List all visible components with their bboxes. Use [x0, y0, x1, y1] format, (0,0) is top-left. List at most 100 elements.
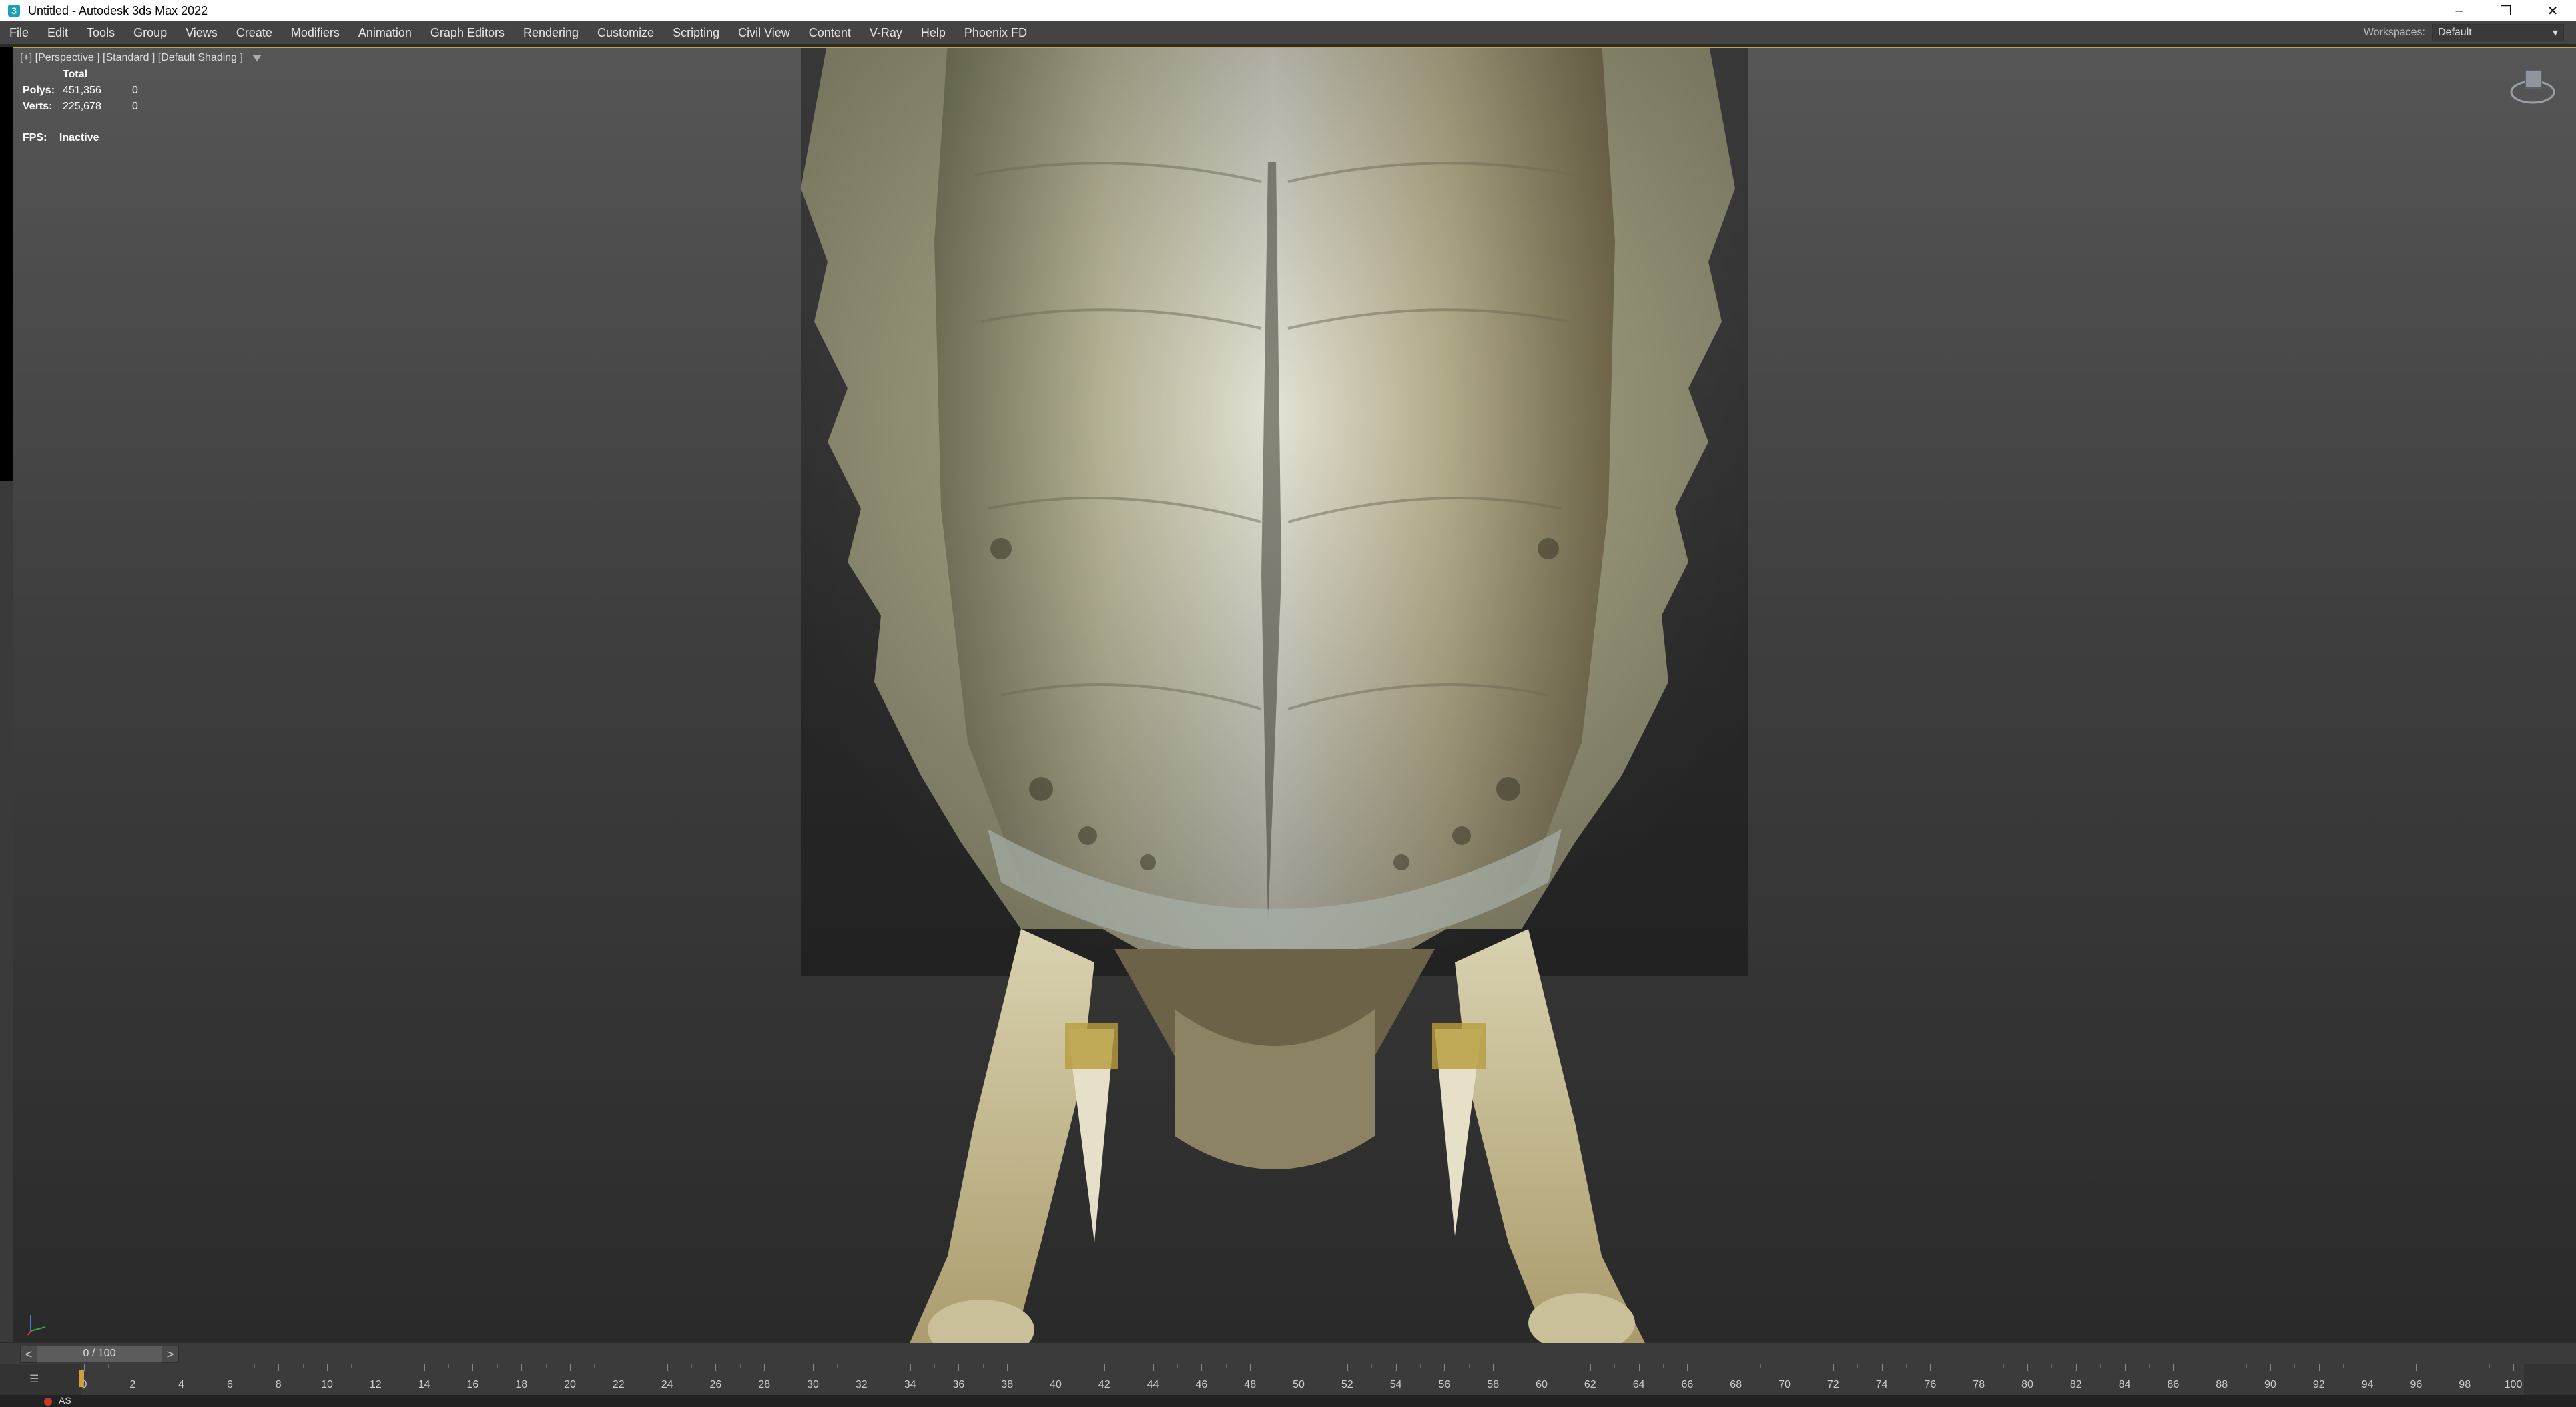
timeline-tick-label: 44	[1147, 1379, 1159, 1390]
timeline-tick	[1906, 1364, 1907, 1368]
timeline-tick	[1201, 1364, 1203, 1371]
timeline-tick	[2318, 1364, 2320, 1371]
timeline-tick	[521, 1364, 523, 1371]
timeline-tick	[570, 1364, 571, 1371]
minimize-icon[interactable]: –	[2436, 0, 2483, 21]
key-filter-icon[interactable]: ☰	[29, 1372, 39, 1386]
time-slider-track[interactable]: 0 / 100	[37, 1346, 162, 1362]
menu-civil-view[interactable]: Civil View	[729, 26, 799, 40]
timeline-tick	[1007, 1364, 1008, 1371]
window-title: Untitled - Autodesk 3ds Max 2022	[28, 3, 208, 17]
timeline-tick-label: 28	[758, 1379, 771, 1390]
timeline-tick	[1468, 1364, 1470, 1368]
restore-icon[interactable]: ❐	[2483, 0, 2529, 21]
maxscript-label: AS	[59, 1395, 71, 1406]
timeline-tick-label: 50	[1293, 1379, 1305, 1390]
timeline-tick	[2075, 1364, 2077, 1371]
menu-vray[interactable]: V-Ray	[860, 26, 912, 40]
timeline-tick	[1493, 1364, 1494, 1371]
menu-help[interactable]: Help	[912, 26, 955, 40]
timeline-tick	[910, 1364, 911, 1371]
timeline-tick	[108, 1364, 109, 1368]
frame-display[interactable]: 0 / 100	[37, 1346, 162, 1362]
timeline-tick-label: 32	[855, 1379, 868, 1390]
viewcube-icon[interactable]	[2509, 67, 2556, 107]
menu-group[interactable]: Group	[124, 26, 176, 40]
timeline-tick-label: 94	[2361, 1379, 2374, 1390]
timeline-tick	[691, 1364, 692, 1368]
timeline-tick-label: 12	[369, 1379, 382, 1390]
timeline-tick	[2294, 1364, 2296, 1368]
timeline-tick	[1614, 1364, 1616, 1368]
viewport-label[interactable]: [+] [Perspective ] [Standard ] [Default …	[20, 52, 262, 64]
timeline-tick	[327, 1364, 328, 1371]
timeline-tick-label: 56	[1438, 1379, 1451, 1390]
timeline-tick	[2270, 1364, 2271, 1371]
left-panel-strip-lower	[0, 481, 13, 1342]
fps-value: Inactive	[59, 132, 99, 144]
timeline-tick	[2173, 1364, 2174, 1371]
menu-content[interactable]: Content	[799, 26, 860, 40]
timeline-tick	[2051, 1364, 2053, 1368]
timeline-tick	[472, 1364, 474, 1371]
timeline-tick	[2513, 1364, 2514, 1371]
timeline-tick-label: 36	[952, 1379, 965, 1390]
timeline-tick	[2149, 1364, 2150, 1368]
prev-frame-button[interactable]: <	[20, 1346, 37, 1363]
menu-views[interactable]: Views	[176, 26, 227, 40]
axis-gizmo-icon	[27, 1315, 46, 1336]
timeline-tick	[1638, 1364, 1640, 1371]
menu-graph-editors[interactable]: Graph Editors	[421, 26, 514, 40]
menu-modifiers[interactable]: Modifiers	[282, 26, 349, 40]
timeline-tick	[84, 1364, 85, 1371]
menu-animation[interactable]: Animation	[349, 26, 421, 40]
next-frame-button[interactable]: >	[162, 1346, 179, 1363]
current-frame-marker[interactable]	[79, 1370, 84, 1387]
timeline-tick-label: 74	[1875, 1379, 1888, 1390]
timeline-tick	[2416, 1364, 2417, 1371]
timeline-tick-label: 10	[321, 1379, 333, 1390]
menu-rendering[interactable]: Rendering	[514, 26, 588, 40]
timeline-tick-label: 16	[466, 1379, 479, 1390]
polys-label: Polys:	[23, 85, 55, 96]
menu-scripting[interactable]: Scripting	[663, 26, 729, 40]
timeline-tick-label: 60	[1536, 1379, 1548, 1390]
viewport-label-text[interactable]: [+] [Perspective ] [Standard ] [Default …	[20, 52, 243, 63]
chevron-down-icon: ▾	[2552, 27, 2558, 39]
timeline-ruler[interactable]: 0 2 4 6 8 10 12 14 16 18 20 22 24 26 28 30 32 34 36 38 40 42 4…	[81, 1364, 2524, 1395]
timeline-tick-label: 58	[1487, 1379, 1500, 1390]
timeline-tick	[1177, 1364, 1178, 1368]
timeline-tick	[351, 1364, 352, 1368]
timeline-tick-label: 6	[226, 1379, 233, 1390]
menu-customize[interactable]: Customize	[588, 26, 663, 40]
menu-file[interactable]: File	[0, 26, 38, 40]
timeline-tick-label: 72	[1827, 1379, 1839, 1390]
menu-edit[interactable]: Edit	[38, 26, 77, 40]
menu-create[interactable]: Create	[227, 26, 282, 40]
timeline-tick-label: 38	[1001, 1379, 1014, 1390]
timeline-tick	[1250, 1364, 1251, 1371]
creature-model	[801, 48, 1748, 1343]
timeline-tick-label: 14	[418, 1379, 430, 1390]
timeline-tick	[1930, 1364, 1931, 1371]
timeline-tick-label: 48	[1244, 1379, 1257, 1390]
menu-tools[interactable]: Tools	[77, 26, 124, 40]
timeline-tick-label: 70	[1779, 1379, 1791, 1390]
timeline-tick-label: 54	[1389, 1379, 1402, 1390]
timeline-tick	[1347, 1364, 1348, 1371]
timeline-tick	[934, 1364, 935, 1368]
timeline-tick	[2246, 1364, 2247, 1368]
maxscript-icon[interactable]	[44, 1398, 52, 1406]
menu-phoenix-fd[interactable]: Phoenix FD	[955, 26, 1036, 40]
filter-icon[interactable]	[252, 54, 262, 61]
timeline-tick	[2100, 1364, 2102, 1368]
timeline-tick	[1104, 1364, 1105, 1371]
timeline-tick-label: 88	[2216, 1379, 2228, 1390]
close-icon[interactable]: ✕	[2529, 0, 2576, 21]
timeline-tick-label: 98	[2459, 1379, 2471, 1390]
timeline-tick	[2124, 1364, 2126, 1371]
perspective-viewport[interactable]: [+] [Perspective ] [Standard ] [Default …	[13, 47, 2576, 1344]
timeline-tick	[497, 1364, 498, 1368]
verts-label: Verts:	[23, 101, 53, 112]
workspaces-dropdown[interactable]: Default ▾	[2432, 24, 2564, 41]
